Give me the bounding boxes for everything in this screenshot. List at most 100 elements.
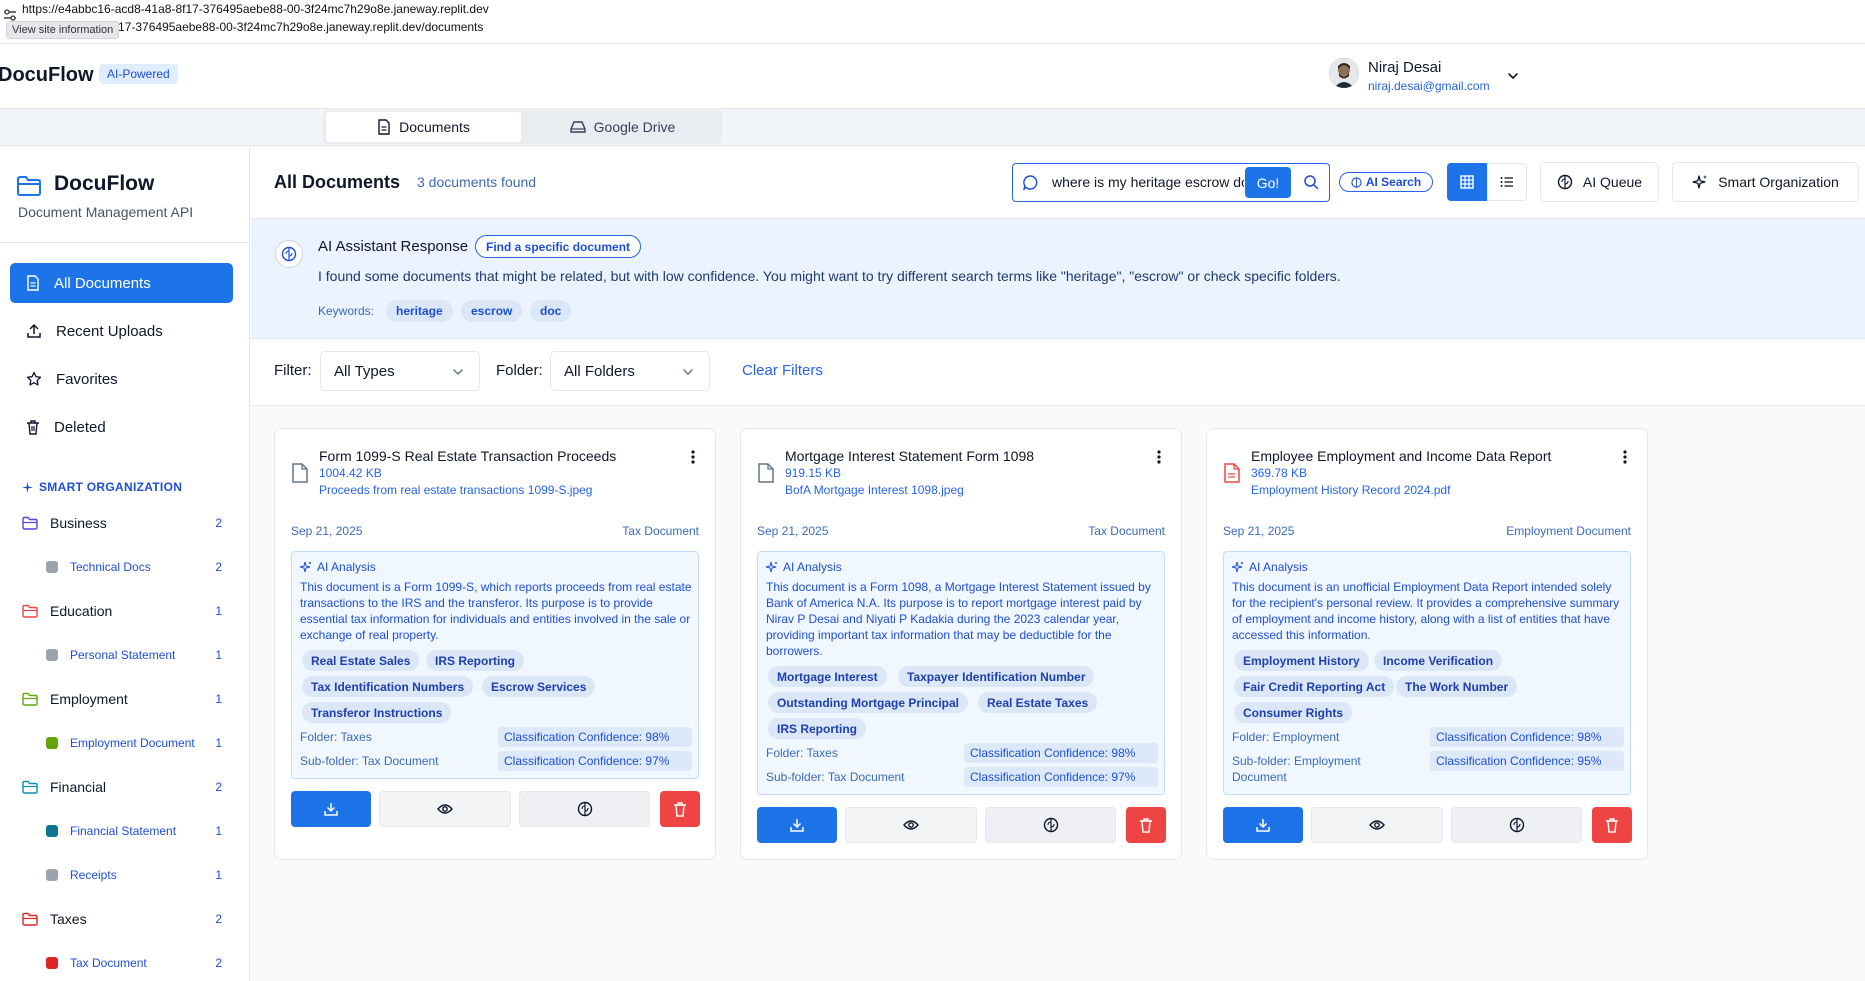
document-title[interactable]: Form 1099-S Real Estate Transaction Proc… [319,448,616,464]
trash-icon [673,801,687,817]
preview-button[interactable] [379,791,511,827]
document-title[interactable]: Mortgage Interest Statement Form 1098 [785,448,1034,464]
subcategory-employment-document[interactable]: Employment Document 1 [46,734,222,752]
clear-filters-link[interactable]: Clear Filters [742,362,823,379]
pdf-file-icon [1223,463,1241,483]
color-dot [46,649,58,661]
category-label: Education [50,603,113,619]
category-label: Taxes [50,911,87,927]
category-count: 1 [215,604,222,618]
tag-chip[interactable]: Income Verification [1374,650,1503,671]
brain-icon [1043,817,1059,833]
folder-filter-select[interactable]: All Folders [550,351,710,391]
category-label: Business [50,515,107,531]
avatar[interactable] [1329,58,1359,88]
keyword-chip[interactable]: escrow [461,300,523,322]
download-button[interactable] [291,791,371,827]
more-options-icon[interactable] [691,449,695,465]
tag-chip[interactable]: Escrow Services [482,676,596,697]
type-filter-select[interactable]: All Types [320,351,480,391]
subcategory-technical-docs[interactable]: Technical Docs 2 [46,558,222,576]
ai-analyze-button[interactable] [1451,807,1582,843]
subcategory-personal-statement[interactable]: Personal Statement 1 [46,646,222,664]
delete-button[interactable] [660,791,700,827]
tag-chip[interactable]: IRS Reporting [426,650,524,671]
search-icon[interactable] [1303,174,1319,190]
app-brand[interactable]: DocuFlow [0,64,94,87]
ai-analyze-button[interactable] [519,791,650,827]
subcategory-count: 1 [215,824,222,838]
ai-queue-button[interactable]: AI Queue [1540,162,1659,202]
document-date: Sep 21, 2025 [291,524,363,538]
document-count: 3 documents found [417,174,537,190]
category-education[interactable]: Education 1 [22,601,222,621]
tab-google-drive[interactable]: Google Drive [525,112,720,142]
sidebar-title: DocuFlow [54,172,155,195]
delete-button[interactable] [1126,807,1166,843]
more-options-icon[interactable] [1157,449,1161,465]
tag-chip[interactable]: Employment History [1234,650,1369,671]
category-label: Employment [50,691,128,707]
subcategory-financial-statement[interactable]: Financial Statement 1 [46,822,222,840]
ai-summary: This document is a Form 1099-S, which re… [300,580,692,642]
ai-search-label: AI Search [1365,175,1422,189]
tag-chip[interactable]: Consumer Rights [1234,702,1353,723]
ai-summary: This document is a Form 1098, a Mortgage… [766,580,1151,658]
tag-chip[interactable]: Real Estate Taxes [978,692,1098,713]
more-options-icon[interactable] [1623,449,1627,465]
tag-chip[interactable]: Transferor Instructions [302,702,452,723]
subcategory-receipts[interactable]: Receipts 1 [46,866,222,884]
site-info-icon[interactable] [3,8,17,22]
document-card[interactable]: Mortgage Interest Statement Form 1098 91… [740,428,1182,860]
subcategory-label: Technical Docs [70,560,151,574]
keyword-chip[interactable]: doc [530,300,572,322]
document-filename: BofA Mortgage Interest 1098.jpeg [785,483,964,497]
folder-label: Folder: [496,362,543,379]
brain-icon [1509,817,1525,833]
category-financial[interactable]: Financial 2 [22,777,222,797]
tab-documents[interactable]: Documents [326,112,521,142]
delete-button[interactable] [1592,807,1632,843]
sidebar-item-deleted[interactable]: Deleted [10,407,233,447]
download-button[interactable] [757,807,837,843]
document-card[interactable]: Employee Employment and Income Data Repo… [1206,428,1648,860]
chevron-down-icon[interactable] [1506,69,1520,83]
folder-filter-value: All Folders [564,362,635,380]
tag-chip[interactable]: Real Estate Sales [302,650,420,671]
sidebar-item-favorites[interactable]: Favorites [10,359,233,399]
url-text[interactable]: https://e4abbc16-acd8-41a8-8f17-376495ae… [22,2,489,16]
smart-organization-button[interactable]: Smart Organization [1672,162,1859,202]
eye-icon [903,819,919,831]
subcategory-tax-document[interactable]: Tax Document 2 [46,954,222,972]
tag-chip[interactable]: Mortgage Interest [768,666,887,687]
sidebar-item-recent-uploads[interactable]: Recent Uploads [10,311,233,351]
document-title[interactable]: Employee Employment and Income Data Repo… [1251,448,1551,464]
tag-chip[interactable]: Taxpayer Identification Number [898,666,1095,687]
download-button[interactable] [1223,807,1303,843]
sidebar-item-all-documents[interactable]: All Documents [10,263,233,303]
grid-view-button[interactable] [1447,163,1487,201]
tag-chip[interactable]: Tax Identification Numbers [302,676,474,697]
ai-search-button[interactable]: AI Search [1339,172,1433,192]
tag-chip[interactable]: IRS Reporting [768,718,866,739]
subcategory-count: 2 [215,956,222,970]
tag-chip[interactable]: The Work Number [1396,676,1518,697]
preview-button[interactable] [1311,807,1443,843]
ai-analyze-button[interactable] [985,807,1116,843]
search-input[interactable] [1052,165,1244,199]
category-taxes[interactable]: Taxes 2 [22,909,222,929]
tag-chip[interactable]: Fair Credit Reporting Act [1234,676,1395,697]
tag-chip[interactable]: Outstanding Mortgage Principal [768,692,969,713]
category-business[interactable]: Business 2 [22,513,222,533]
category-employment[interactable]: Employment 1 [22,689,222,709]
preview-button[interactable] [845,807,977,843]
sidebar-subtitle: Document Management API [18,204,194,220]
keyword-chip[interactable]: heritage [386,300,453,322]
folder-icon [22,780,38,794]
document-card[interactable]: Form 1099-S Real Estate Transaction Proc… [274,428,716,860]
go-button[interactable]: Go! [1245,167,1291,198]
subcategory-label: Personal Statement [70,648,176,662]
list-view-button[interactable] [1487,163,1527,201]
ai-summary: This document is an unofficial Employmen… [1232,580,1620,642]
folder-text: Folder: Taxes [766,746,838,760]
